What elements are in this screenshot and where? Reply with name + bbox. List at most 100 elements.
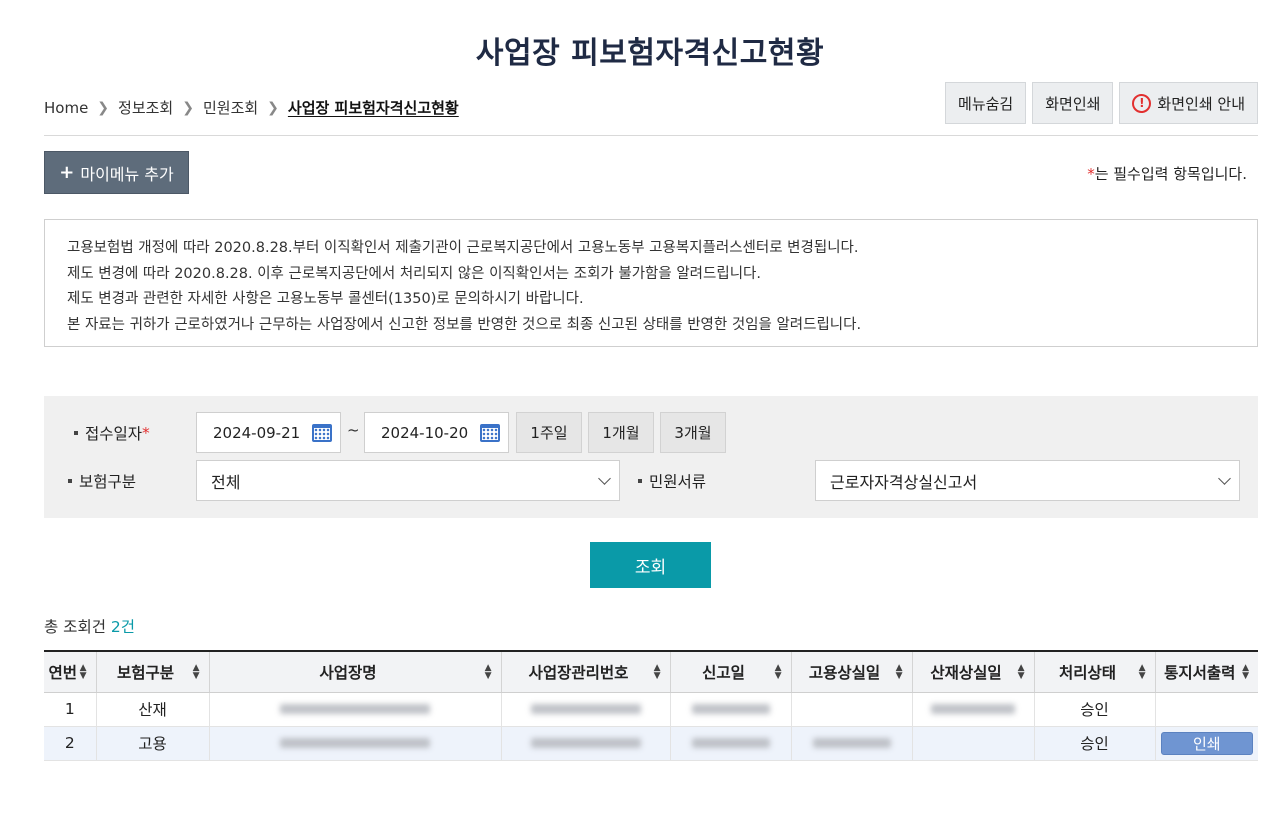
cell-employment-loss-date <box>790 692 912 727</box>
cell-business-number <box>500 692 670 727</box>
search-button[interactable]: 조회 <box>590 542 711 588</box>
column-header[interactable]: 산재상실일 ▲ ▼ <box>911 650 1034 693</box>
column-header-label: 처리상태 <box>1058 663 1117 682</box>
cell-business-number <box>500 726 670 761</box>
breadcrumb: Home ❯ 정보조회 ❯ 민원조회 ❯ 사업장 피보험자격신고현황 <box>44 97 459 118</box>
cell-report-date <box>669 692 791 727</box>
period-1month-button[interactable]: 1개월 <box>588 412 654 453</box>
breadcrumb-current[interactable]: 사업장 피보험자격신고현황 <box>288 97 459 118</box>
sort-icon[interactable]: ▲ ▼ <box>1242 664 1249 681</box>
cell-no: 1 <box>44 692 96 727</box>
results-table: 연번 ▲ ▼ 보험구분 ▲ ▼ 사업장명 ▲ ▼ 사업장관리번호 ▲ ▼ 신고일 ▲ ▼ 고용상실일… <box>44 650 1258 761</box>
period-1week-button[interactable]: 1주일 <box>516 412 582 453</box>
required-note: *는 필수입력 항목입니다. <box>1087 163 1247 184</box>
print-guide-label: 화면인쇄 안내 <box>1157 94 1245 113</box>
page-title: 사업장 피보험자격신고현황 <box>475 36 825 71</box>
chevron-right-icon: ❯ <box>267 99 279 116</box>
cell-employment-loss-date <box>790 726 912 761</box>
sort-icon[interactable]: ▲ ▼ <box>485 664 492 681</box>
cell-type: 산재 <box>95 692 209 727</box>
alert-icon: ! <box>1132 93 1152 113</box>
cell-status: 승인 <box>1033 692 1155 727</box>
column-header-label: 산재상실일 <box>930 663 1002 682</box>
sort-icon[interactable]: ▲ ▼ <box>1018 664 1025 681</box>
notice-line: 제도 변경에 따라 2020.8.28. 이후 근로복지공단에서 처리되지 않은… <box>67 265 761 282</box>
redacted-text <box>530 704 641 714</box>
calendar-icon[interactable] <box>312 423 332 442</box>
period-3month-button[interactable]: 3개월 <box>660 412 726 453</box>
search-form: 접수일자 * 2024-09-21 ~ 2024-10-20 1주일 1개월 3개… <box>44 396 1258 518</box>
doc-label-text: 민원서류 <box>649 473 707 491</box>
plus-icon: + <box>59 162 75 183</box>
sort-icon[interactable]: ▲ ▼ <box>896 664 903 681</box>
redacted-text <box>530 738 641 748</box>
column-header-label: 고용상실일 <box>808 663 881 682</box>
column-header[interactable]: 사업장명 ▲ ▼ <box>208 650 501 693</box>
redacted-text <box>812 738 891 748</box>
column-header[interactable]: 처리상태 ▲ ▼ <box>1033 650 1155 693</box>
column-header-label: 사업장명 <box>319 663 377 682</box>
redacted-text <box>691 738 770 748</box>
cell-status: 승인 <box>1033 726 1155 761</box>
notice-line: 본 자료는 귀하가 근로하였거나 근무하는 사업장에서 신고한 정보를 반영한 … <box>67 316 862 333</box>
column-header-label: 사업장관리번호 <box>528 663 629 682</box>
print-notice-button[interactable]: 인쇄 <box>1160 731 1253 755</box>
chevron-right-icon: ❯ <box>97 99 110 116</box>
calendar-icon[interactable] <box>480 423 500 442</box>
sort-icon[interactable]: ▲ ▼ <box>654 664 661 681</box>
notice-box: 고용보험법 개정에 따라 2020.8.28.부터 이직확인서 제출기관이 근로… <box>44 219 1258 347</box>
column-header-label: 신고일 <box>702 663 745 682</box>
hide-menu-button[interactable]: 메뉴숨김 <box>945 82 1027 124</box>
insurance-select[interactable]: 전체 <box>196 460 620 501</box>
required-note-text: 는 필수입력 항목입니다. <box>1094 165 1247 183</box>
cell-type: 고용 <box>95 726 209 761</box>
date-to-value: 2024-10-20 <box>381 423 469 442</box>
column-header[interactable]: 신고일 ▲ ▼ <box>669 650 791 693</box>
table-row: 2 고용 승인 인쇄 <box>44 726 1258 761</box>
date-label-text: 접수일자 <box>85 425 143 443</box>
date-from-input[interactable]: 2024-09-21 <box>196 412 341 453</box>
bullet-icon <box>74 431 78 435</box>
breadcrumb-civil[interactable]: 민원조회 <box>203 97 258 118</box>
column-header-label: 연번 <box>48 663 78 682</box>
column-header-label: 통지서출력 <box>1164 663 1236 682</box>
cell-no: 2 <box>44 726 96 761</box>
redacted-text <box>931 704 1015 714</box>
column-header[interactable]: 보험구분 ▲ ▼ <box>95 650 209 693</box>
add-mymenu-label: 마이메뉴 추가 <box>80 164 174 184</box>
add-mymenu-button[interactable]: + 마이메뉴 추가 <box>44 151 189 194</box>
total-prefix: 총 조회건 <box>44 618 111 636</box>
cell-business-name <box>208 726 501 761</box>
chevron-right-icon: ❯ <box>182 99 194 116</box>
column-header[interactable]: 사업장관리번호 ▲ ▼ <box>500 650 670 693</box>
doc-select[interactable]: 근로자자격상실신고서 <box>815 460 1240 501</box>
bullet-icon <box>68 479 72 483</box>
column-header[interactable]: 연번 ▲ ▼ <box>44 650 96 693</box>
notice-line: 제도 변경과 관련한 자세한 사항은 고용노동부 콜센터(1350)로 문의하시… <box>67 291 584 307</box>
column-header[interactable]: 고용상실일 ▲ ▼ <box>790 650 912 693</box>
chevron-down-icon <box>1218 471 1231 485</box>
print-guide-button[interactable]: ! 화면인쇄 안내 <box>1119 82 1258 124</box>
sort-icon[interactable]: ▲ ▼ <box>1139 664 1146 681</box>
notice-line: 고용보험법 개정에 따라 2020.8.28.부터 이직확인서 제출기관이 근로… <box>67 240 859 256</box>
date-to-input[interactable]: 2024-10-20 <box>364 412 509 453</box>
column-header[interactable]: 통지서출력 ▲ ▼ <box>1154 650 1258 693</box>
breadcrumb-info[interactable]: 정보조회 <box>118 97 173 118</box>
redacted-text <box>280 704 430 714</box>
table-row: 1 산재 승인 <box>44 692 1258 727</box>
redacted-text <box>280 738 430 748</box>
sort-icon[interactable]: ▲ ▼ <box>775 664 782 681</box>
bullet-icon <box>638 479 642 483</box>
top-button-group: 메뉴숨김 화면인쇄 ! 화면인쇄 안내 <box>945 82 1258 124</box>
cell-accident-loss-date <box>911 692 1034 727</box>
sort-icon[interactable]: ▲ ▼ <box>193 664 200 681</box>
divider <box>44 135 1258 136</box>
column-header-label: 보험구분 <box>116 663 175 682</box>
required-star: * <box>142 424 150 442</box>
cell-business-name <box>208 692 501 727</box>
total-count-value: 2건 <box>110 618 136 636</box>
sort-icon[interactable]: ▲ ▼ <box>80 664 87 681</box>
required-star: * <box>1087 165 1095 183</box>
breadcrumb-home[interactable]: Home <box>44 99 88 117</box>
print-screen-button[interactable]: 화면인쇄 <box>1032 82 1114 124</box>
